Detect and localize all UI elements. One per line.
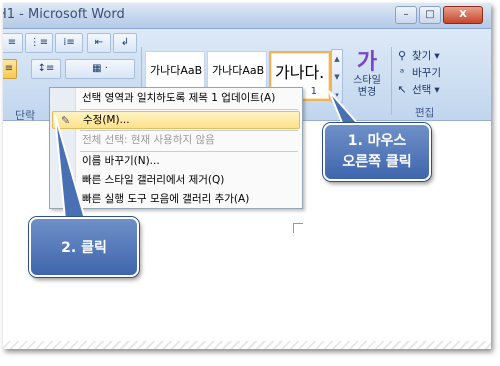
callout-text: 2. 클릭 bbox=[61, 240, 107, 256]
callout-right-click: 1. 마우스 오른쪽 클릭 bbox=[323, 123, 431, 181]
callout-text-line2: 오른쪽 클릭 bbox=[342, 154, 412, 170]
screenshot-frame: H1 - Microsoft Word – □ X ≡ ⋮≡ ⁞≡ ⇤ ↲ ≡ … bbox=[3, 3, 491, 349]
callout-text-line1: 1. 마우스 bbox=[347, 133, 407, 149]
callout-click: 2. 클릭 bbox=[29, 217, 139, 277]
